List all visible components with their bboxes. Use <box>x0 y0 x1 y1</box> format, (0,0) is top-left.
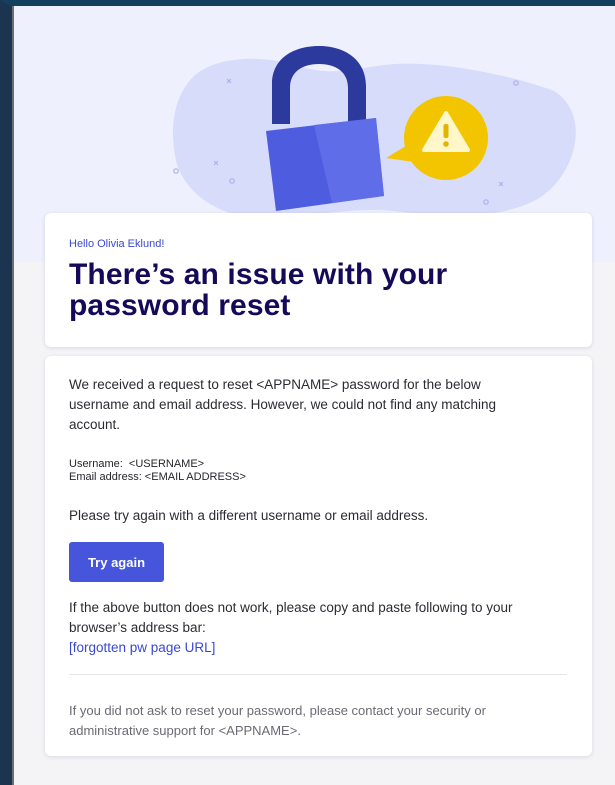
forgotten-password-link[interactable]: [forgotten pw page URL] <box>69 638 215 658</box>
message-card: We received a request to reset <APPNAME>… <box>45 356 592 756</box>
greeting: Hello Olivia Eklund! <box>69 238 165 250</box>
page-title: There’s an issue with your password rese… <box>69 258 448 322</box>
fallback-text: If the above button does not work, pleas… <box>69 600 513 635</box>
try-again-button[interactable]: Try again <box>69 542 164 582</box>
intro-text: We received a request to reset <APPNAME>… <box>69 377 496 432</box>
divider <box>69 674 567 675</box>
username-line: Username: <USERNAME> <box>69 458 205 470</box>
security-note: If you did not ask to reset your passwor… <box>69 703 486 738</box>
account-details: Username: <USERNAME> Email address: <EMA… <box>69 458 246 484</box>
header-card: Hello Olivia Eklund! There’s an issue wi… <box>45 213 592 347</box>
retry-text: Please try again with a different userna… <box>69 508 429 523</box>
padlock-body <box>266 118 384 211</box>
email-line: Email address: <EMAIL ADDRESS> <box>69 471 246 483</box>
